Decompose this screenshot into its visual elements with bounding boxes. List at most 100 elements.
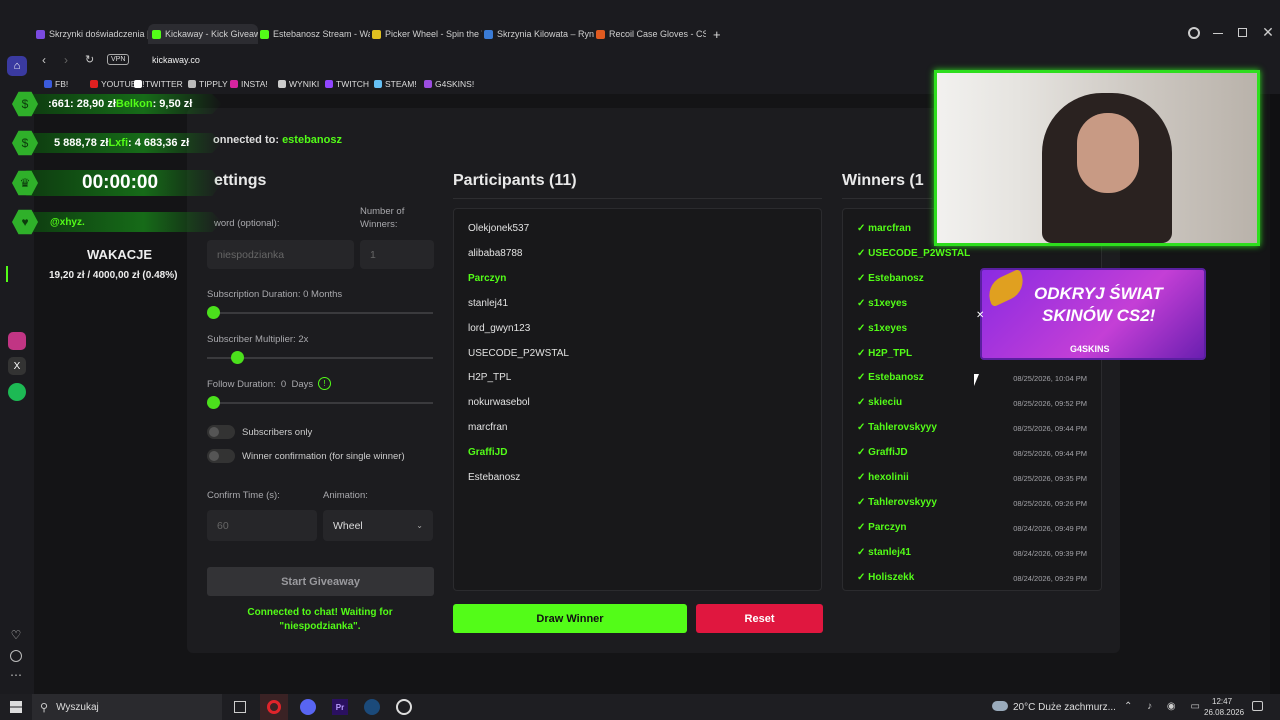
follow-duration-slider-track[interactable] bbox=[207, 402, 433, 404]
browser-tab[interactable]: Estebanosz Stream - Watc bbox=[260, 24, 370, 44]
winner-item: ✓ Tahlerovskyyy 08/25/2026, 09:26 PM bbox=[857, 497, 1087, 508]
reload-icon[interactable]: ↻ bbox=[85, 53, 94, 66]
maximize-icon[interactable] bbox=[1238, 28, 1247, 37]
connected-channel: estebanosz bbox=[282, 134, 342, 146]
bookmark-label: INSTA! bbox=[241, 79, 268, 89]
subscribers-only-toggle[interactable] bbox=[207, 425, 235, 439]
donations-ticker-2: 5 888,78 zł Lxfi: 4 683,36 zł bbox=[26, 133, 222, 153]
subscribers-only-label: Subscribers only bbox=[242, 427, 313, 438]
bookmark-item[interactable]: STEAM! bbox=[374, 79, 417, 89]
sub-multiplier-label: Subscriber Multiplier: 2x bbox=[207, 334, 309, 345]
windows-start-icon[interactable] bbox=[10, 701, 22, 713]
chat-status-text: Connected to chat! Waiting for "niespodz… bbox=[247, 607, 393, 632]
back-icon[interactable]: ‹ bbox=[42, 53, 46, 67]
winner-date: 08/25/2026, 09:44 PM bbox=[1013, 449, 1087, 459]
ad-knife-icon bbox=[982, 268, 1030, 308]
winner-name-text: s1xeyes bbox=[868, 297, 908, 309]
winner-date: 08/25/2026, 09:44 PM bbox=[1013, 424, 1087, 434]
sub-duration-label: Subscription Duration: 0 Months bbox=[207, 289, 343, 300]
close-window-icon[interactable]: ✕ bbox=[1260, 24, 1276, 40]
sub-duration-slider-track[interactable] bbox=[207, 312, 433, 314]
clock-date[interactable]: 26.08.2026 bbox=[1204, 708, 1244, 717]
ad-close-icon[interactable]: ✕ bbox=[976, 310, 984, 321]
tray-icons[interactable]: ⌃ ♪ ◉ ▭ bbox=[1124, 701, 1206, 712]
minimize-icon[interactable] bbox=[1213, 33, 1223, 34]
tab-title: Recoil Case Gloves - CS2 bbox=[609, 29, 706, 39]
bookmark-item[interactable]: TIPPLY bbox=[188, 79, 228, 89]
info-icon[interactable]: ! bbox=[318, 377, 331, 390]
keyword-input[interactable]: niespodzianka bbox=[207, 240, 354, 269]
task-view-icon[interactable] bbox=[234, 701, 246, 713]
winner-item: ✓ Tahlerovskyyy 08/25/2026, 09:44 PM bbox=[857, 422, 1087, 433]
browser-tab[interactable]: Skrzynki doświadczenia | bbox=[36, 24, 148, 44]
taskbar-search[interactable]: ⚲ Wyszukaj bbox=[32, 694, 222, 720]
history-icon[interactable] bbox=[10, 650, 22, 662]
bookmark-label: TWITCH bbox=[336, 79, 370, 89]
winner-name-text: skieciu bbox=[868, 397, 903, 409]
winner-item: ✓ GraffiJD 08/25/2026, 09:44 PM bbox=[857, 447, 1087, 458]
spotify-icon[interactable] bbox=[8, 383, 26, 401]
check-icon: ✓ bbox=[857, 223, 869, 234]
opera-taskbar-icon[interactable] bbox=[260, 694, 288, 720]
bookmark-item[interactable]: G4SKINS! bbox=[424, 79, 474, 89]
start-giveaway-button[interactable]: Start Giveaway bbox=[207, 567, 434, 596]
winner-item: ✓ USECODE_P2WSTAL bbox=[857, 248, 1087, 259]
browser-tab[interactable]: Skrzynia Kilowata – Rynek bbox=[484, 24, 594, 44]
premiere-taskbar-icon[interactable]: Pr bbox=[332, 699, 348, 715]
animation-select[interactable]: Wheel ⌄ bbox=[323, 510, 433, 541]
browser-tab[interactable]: Picker Wheel - Spin the W bbox=[372, 24, 482, 44]
obs-taskbar-icon[interactable] bbox=[396, 699, 412, 715]
winners-count-input[interactable]: 1 bbox=[360, 240, 434, 269]
browser-tab-bar: Skrzynki doświadczenia | Kickaway - Kick… bbox=[0, 0, 1280, 46]
home-icon[interactable]: ⌂ bbox=[7, 56, 27, 76]
winner-confirmation-toggle[interactable] bbox=[207, 449, 235, 463]
bookmark-item[interactable]: TWITTER bbox=[134, 79, 183, 89]
sub-duration-slider-thumb[interactable] bbox=[207, 306, 220, 319]
bookmark-icon bbox=[188, 80, 196, 88]
more-icon[interactable]: ⋯ bbox=[9, 668, 23, 682]
browser-tab[interactable]: Kickaway - Kick Giveaway bbox=[148, 24, 258, 44]
participants-title: Participants (11) bbox=[453, 172, 577, 189]
x-twitter-icon[interactable]: X bbox=[8, 357, 26, 375]
instagram-icon[interactable] bbox=[8, 332, 26, 350]
bookmark-label: FB! bbox=[55, 79, 69, 89]
connection-status: onnected to: estebanosz bbox=[213, 134, 342, 146]
url-field[interactable]: kickaway.co bbox=[152, 55, 200, 65]
reset-button[interactable]: Reset bbox=[696, 604, 823, 633]
discord-taskbar-icon[interactable] bbox=[300, 699, 316, 715]
weather-text[interactable]: 20°C Duże zachmurz... bbox=[1013, 702, 1116, 713]
g4skins-ad-banner[interactable]: ODKRYJ ŚWIAT SKINÓW CS2! G4SKINS ✕ bbox=[976, 268, 1206, 360]
notifications-icon[interactable] bbox=[1252, 701, 1263, 711]
winner-item: ✓ Estebanosz 08/25/2026, 10:04 PM bbox=[857, 372, 1087, 383]
donor-name: Lxfi bbox=[108, 137, 128, 149]
clock-time[interactable]: 12:47 bbox=[1212, 697, 1232, 706]
participants-divider bbox=[453, 198, 822, 199]
heart-icon[interactable]: ♡ bbox=[9, 628, 23, 642]
forward-icon[interactable]: › bbox=[64, 53, 68, 67]
weather-icon[interactable] bbox=[992, 701, 1008, 711]
winner-item: ✓ skieciu 08/25/2026, 09:52 PM bbox=[857, 397, 1087, 408]
check-icon: ✓ bbox=[857, 496, 869, 508]
bookmark-item[interactable]: INSTA! bbox=[230, 79, 268, 89]
handle-box: @xhyz. bbox=[26, 212, 222, 232]
bookmark-icon bbox=[44, 80, 52, 88]
search-tabs-icon[interactable] bbox=[1188, 27, 1200, 39]
bookmark-item[interactable]: FB! bbox=[44, 79, 68, 89]
chevron-down-icon: ⌄ bbox=[416, 521, 423, 530]
bookmark-item[interactable]: TWITCH bbox=[325, 79, 369, 89]
donor-name: Belkon bbox=[115, 98, 153, 110]
draw-winner-button[interactable]: Draw Winner bbox=[453, 604, 687, 633]
winner-name: ✓ hexolinii bbox=[857, 472, 909, 483]
participant-item: Olekjonek537 bbox=[468, 223, 530, 234]
winner-name: ✓ H2P_TPL bbox=[857, 348, 912, 359]
browser-tab[interactable]: Recoil Case Gloves - CS2 bbox=[596, 24, 706, 44]
steam-taskbar-icon[interactable] bbox=[364, 699, 380, 715]
new-tab-button[interactable]: + bbox=[713, 27, 721, 42]
follow-duration-slider-thumb[interactable] bbox=[207, 396, 220, 409]
bookmark-item[interactable]: WYNIKI bbox=[278, 79, 319, 89]
vpn-badge[interactable]: VPN bbox=[107, 54, 130, 65]
webcam-frame bbox=[934, 70, 1260, 246]
bookmark-icon bbox=[90, 80, 98, 88]
sub-multiplier-slider-thumb[interactable] bbox=[231, 351, 244, 364]
confirm-time-input[interactable]: 60 bbox=[207, 510, 317, 541]
